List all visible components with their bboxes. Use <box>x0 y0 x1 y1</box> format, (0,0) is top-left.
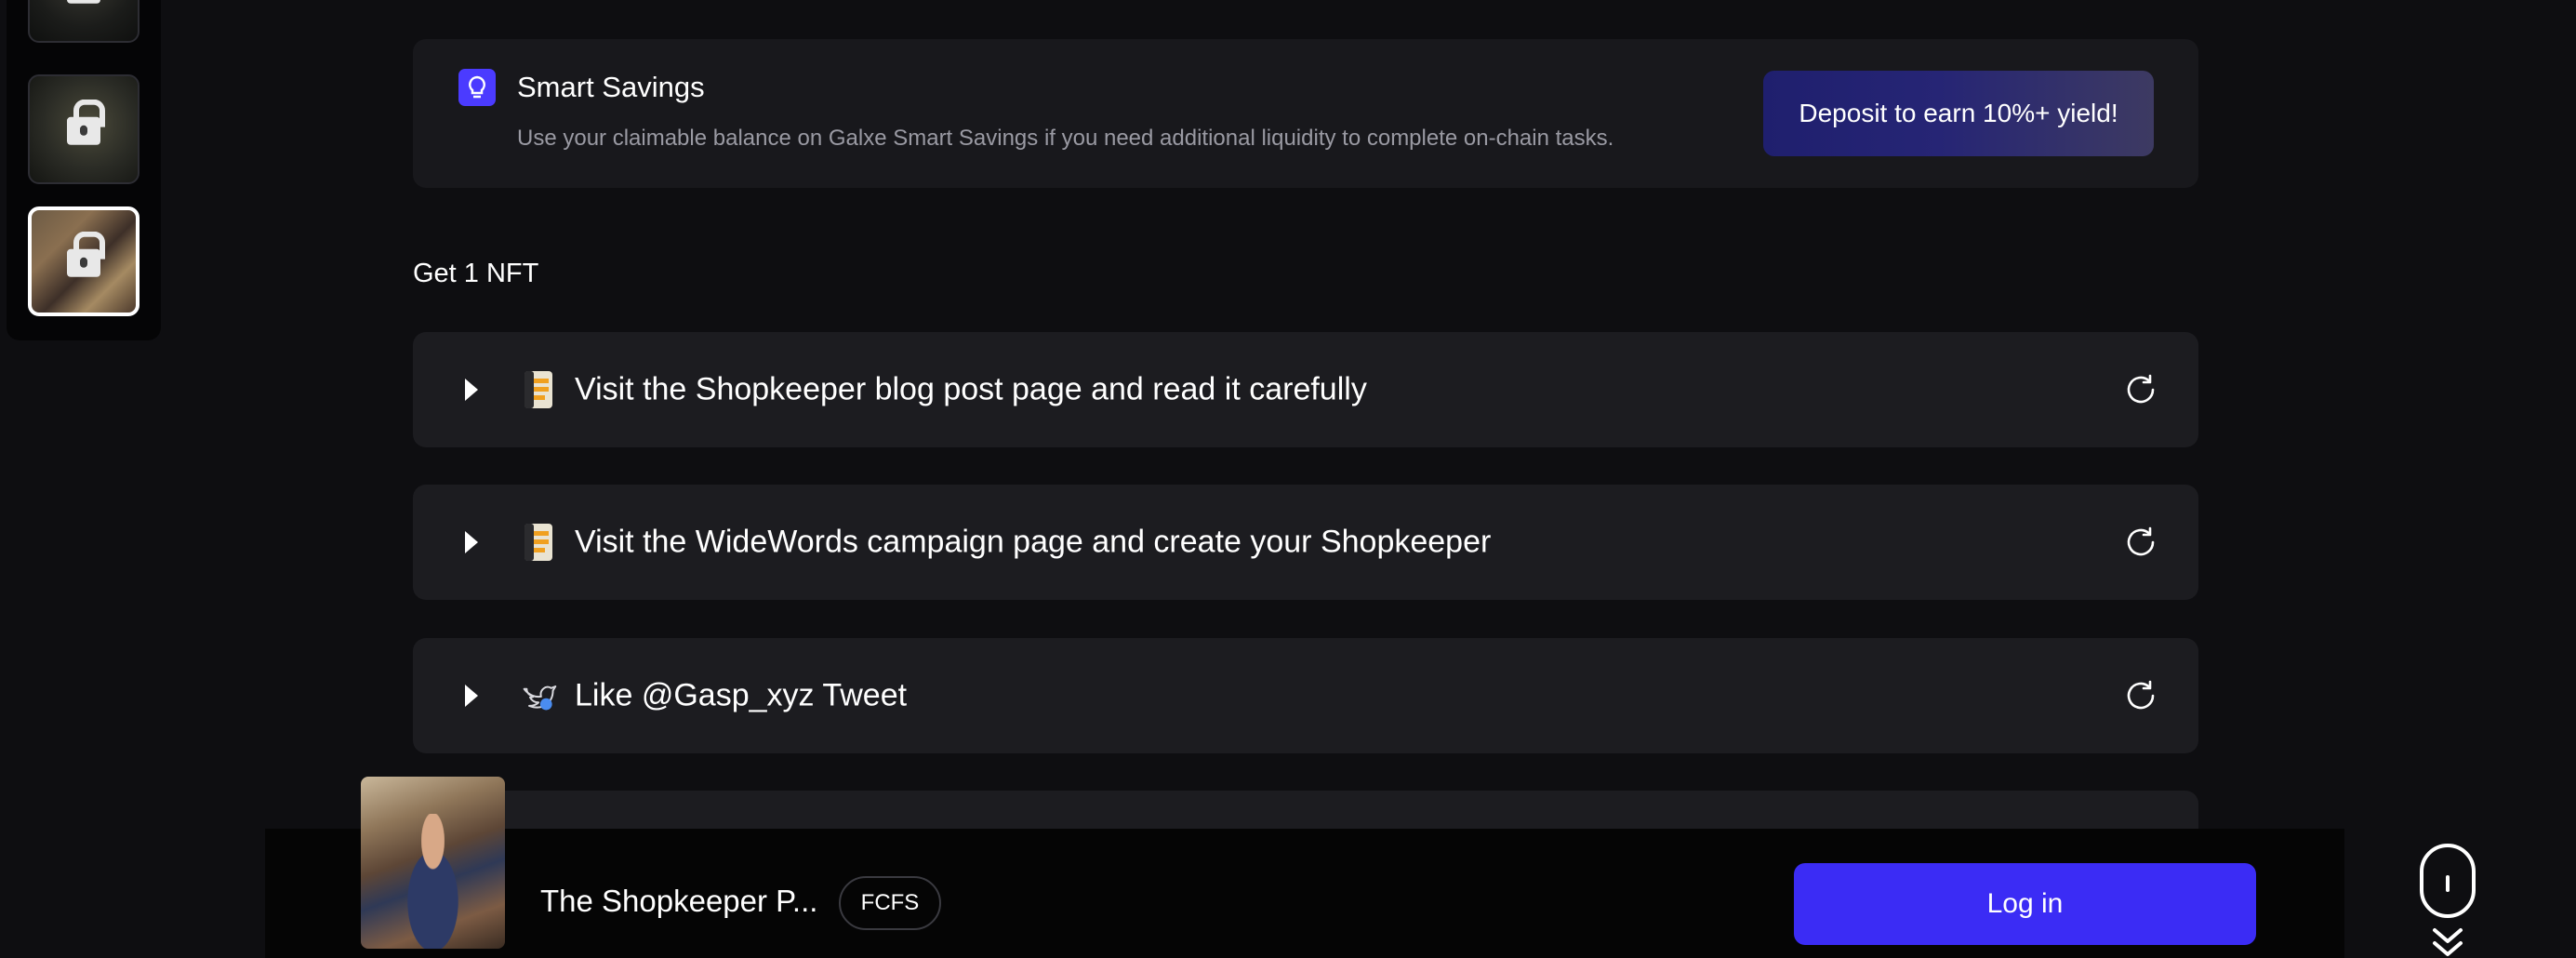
nft-thumbnail-1[interactable] <box>28 0 139 43</box>
chevron-down-icon[interactable] <box>2429 926 2466 958</box>
lock-icon <box>67 0 100 4</box>
lock-icon <box>67 231 105 277</box>
smart-savings-description: Use your claimable balance on Galxe Smar… <box>517 126 1614 151</box>
scroll-mouse-icon[interactable] <box>2420 844 2476 918</box>
nft-thumbnail-3-selected[interactable] <box>28 206 139 316</box>
reward-section-heading: Get 1 NFT <box>413 259 539 288</box>
task-label: Visit the Shopkeeper blog post page and … <box>575 371 1367 407</box>
login-button[interactable]: Log in <box>1794 863 2256 945</box>
smart-savings-title: Smart Savings <box>517 71 705 103</box>
document-icon <box>524 371 552 408</box>
task-item[interactable]: Like @Gasp_xyz Tweet <box>413 638 2198 753</box>
task-item[interactable]: Visit the Shopkeeper blog post page and … <box>413 332 2198 447</box>
document-icon <box>524 524 552 561</box>
task-label: Visit the WideWords campaign page and cr… <box>575 524 1492 560</box>
nft-thumbnail-strip <box>7 0 161 340</box>
task-label: Like @Gasp_xyz Tweet <box>575 677 908 713</box>
nft-thumbnail-2[interactable] <box>28 74 139 184</box>
lightbulb-icon <box>458 69 496 106</box>
lock-icon <box>67 99 105 145</box>
expand-caret-icon[interactable] <box>465 685 478 707</box>
campaign-thumbnail <box>361 777 505 949</box>
deposit-button[interactable]: Deposit to earn 10%+ yield! <box>1763 71 2154 156</box>
twitter-icon <box>523 685 557 711</box>
expand-caret-icon[interactable] <box>465 379 478 401</box>
smart-savings-card: Smart Savings Use your claimable balance… <box>413 39 2198 188</box>
refresh-icon[interactable] <box>2122 524 2159 561</box>
shopkeeper-illustration <box>389 814 477 949</box>
expand-caret-icon[interactable] <box>465 531 478 553</box>
task-item[interactable]: Visit the WideWords campaign page and cr… <box>413 485 2198 600</box>
campaign-title: The Shopkeeper P... <box>540 884 818 918</box>
refresh-icon[interactable] <box>2122 677 2159 714</box>
refresh-icon[interactable] <box>2122 371 2159 408</box>
fcfs-badge: FCFS <box>839 876 941 930</box>
